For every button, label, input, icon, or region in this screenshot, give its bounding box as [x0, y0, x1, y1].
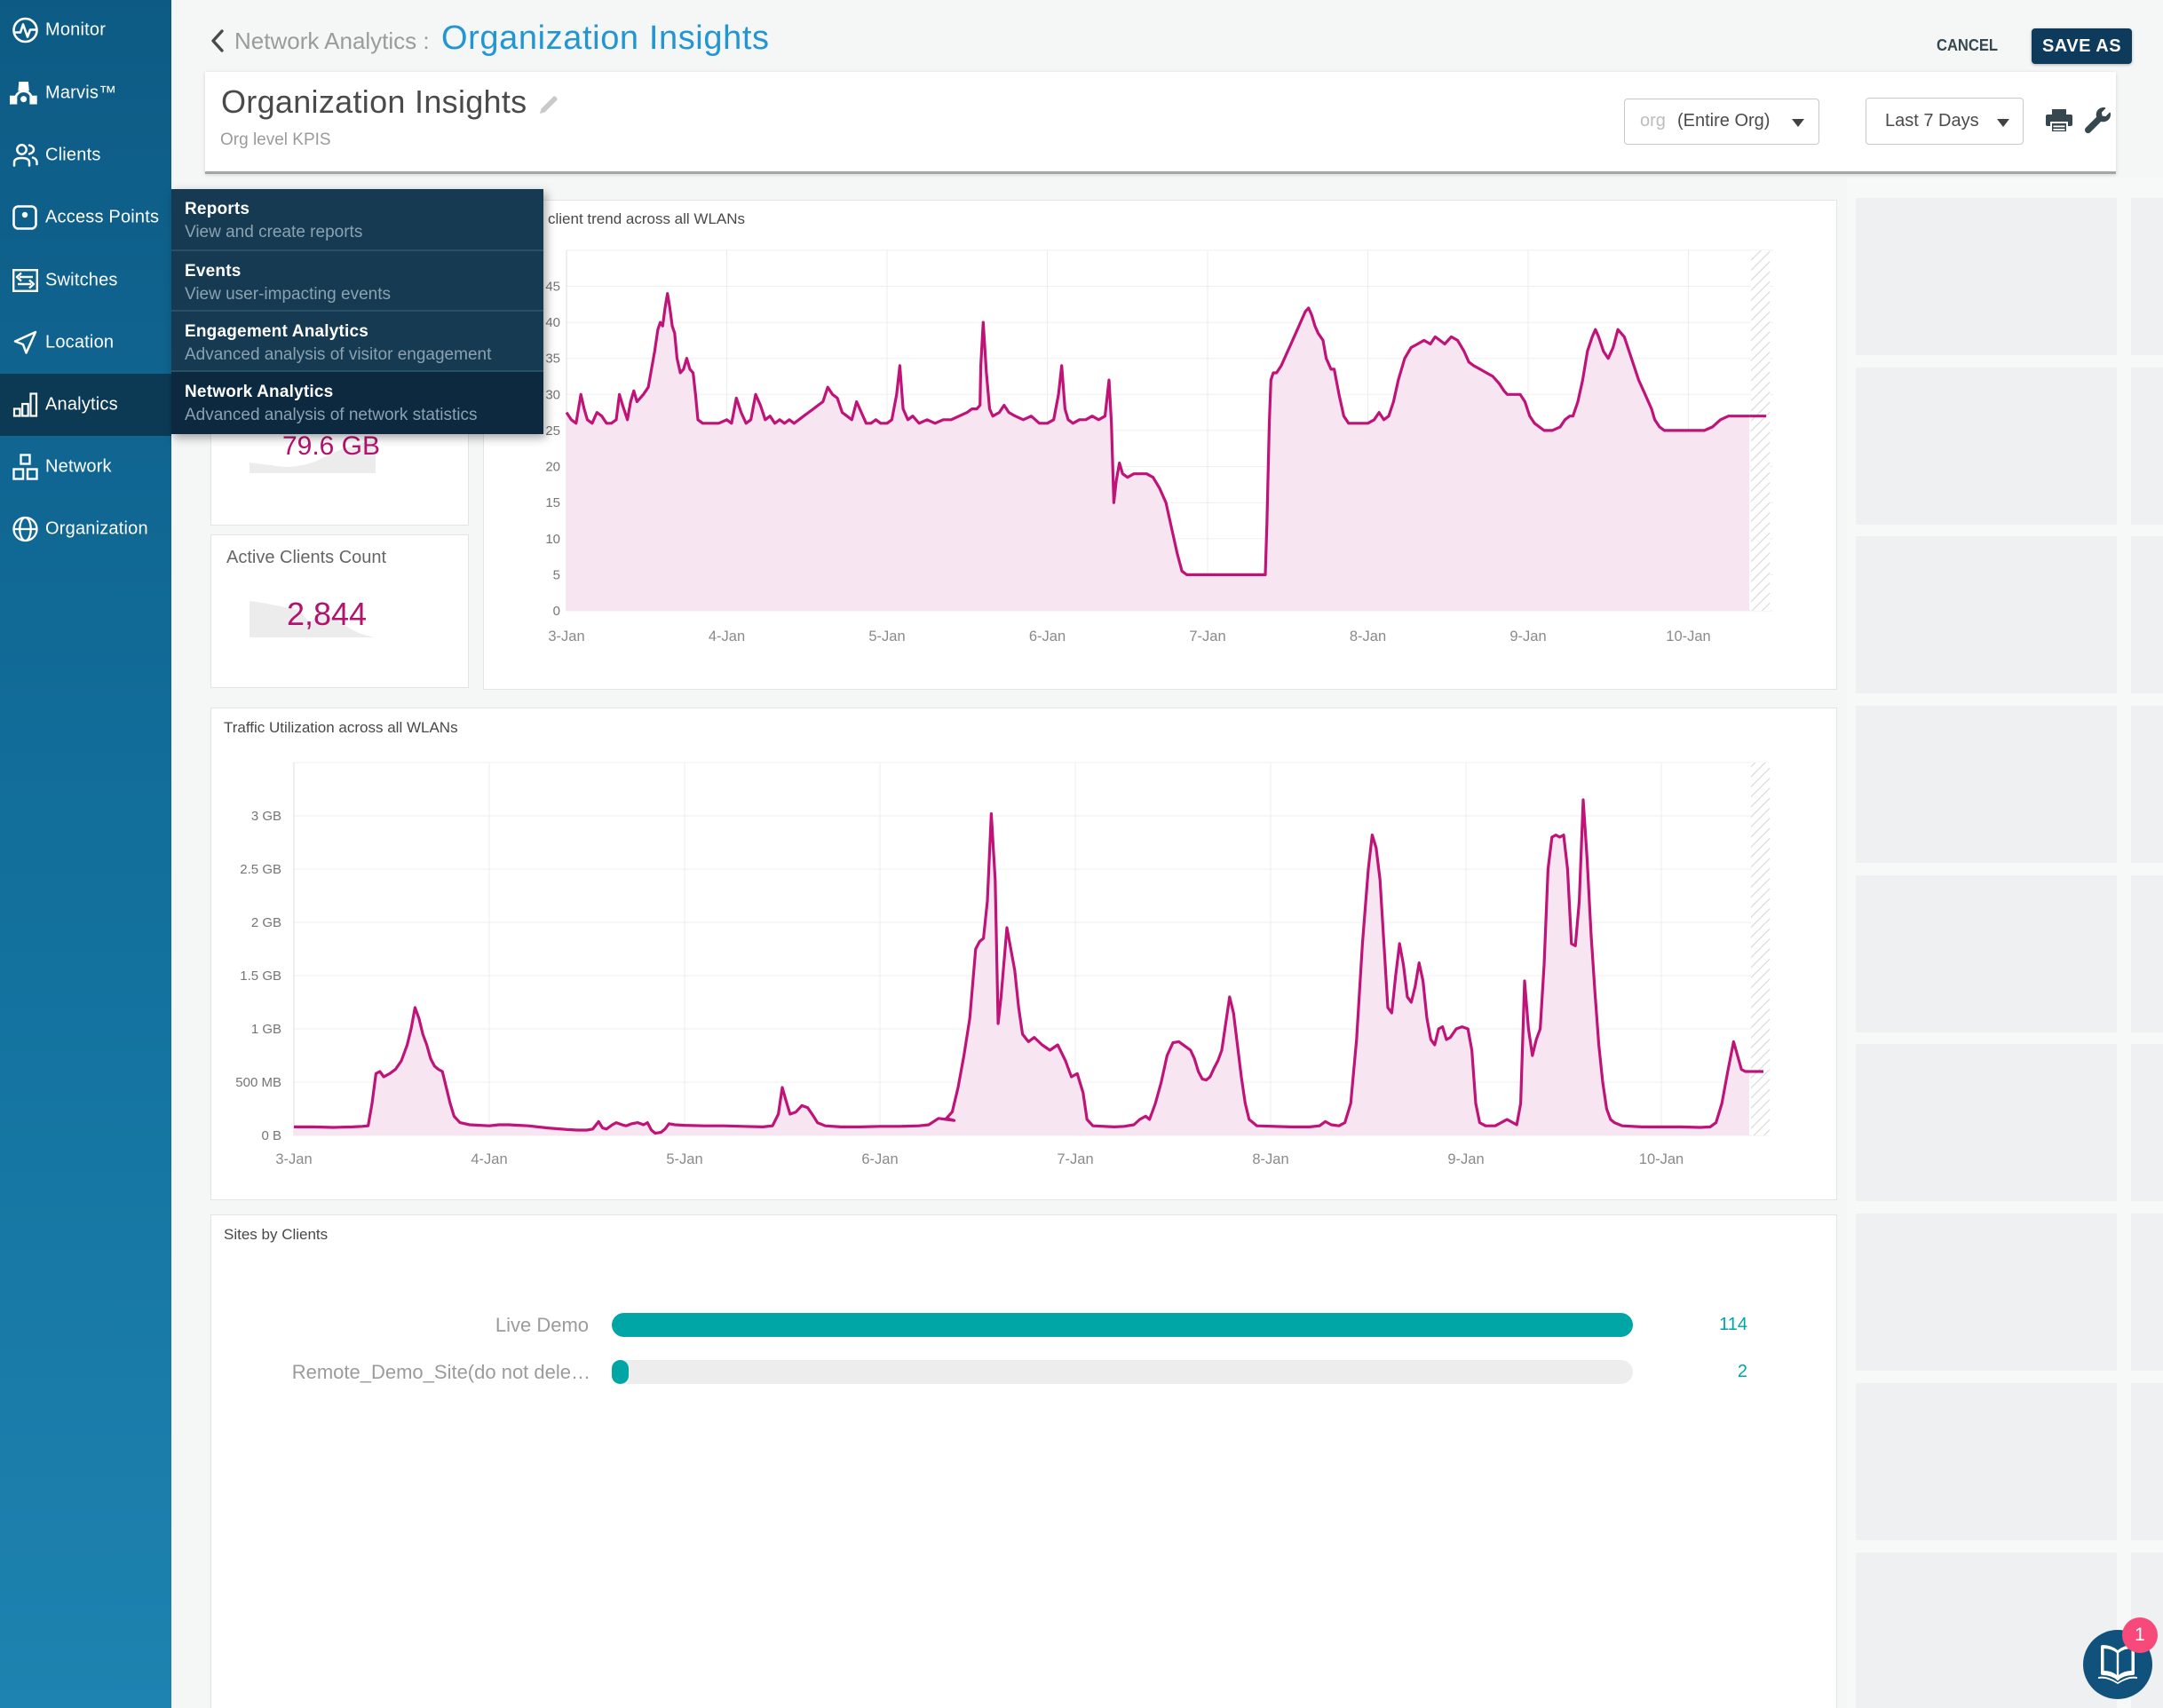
svg-text:35: 35 [545, 352, 560, 367]
svg-text:4-Jan: 4-Jan [471, 1151, 507, 1167]
svg-text:6-Jan: 6-Jan [861, 1151, 898, 1167]
svg-text:6-Jan: 6-Jan [1029, 629, 1066, 644]
svg-text:9-Jan: 9-Jan [1509, 629, 1546, 644]
svg-text:7-Jan: 7-Jan [1189, 629, 1225, 644]
svg-text:3-Jan: 3-Jan [275, 1151, 312, 1167]
svg-text:5-Jan: 5-Jan [868, 629, 905, 644]
svg-text:3 GB: 3 GB [251, 809, 281, 824]
svg-text:8-Jan: 8-Jan [1350, 629, 1386, 644]
svg-text:5: 5 [553, 567, 560, 582]
svg-text:0 B: 0 B [261, 1128, 281, 1143]
svg-text:10: 10 [545, 532, 560, 547]
svg-text:25: 25 [545, 423, 560, 439]
svg-text:500 MB: 500 MB [235, 1075, 281, 1090]
svg-text:3-Jan: 3-Jan [548, 629, 584, 644]
svg-text:45: 45 [545, 280, 560, 295]
svg-text:20: 20 [545, 460, 560, 475]
svg-text:0: 0 [553, 604, 560, 619]
svg-text:10-Jan: 10-Jan [1639, 1151, 1684, 1167]
svg-text:7-Jan: 7-Jan [1057, 1151, 1093, 1167]
svg-text:2 GB: 2 GB [251, 915, 281, 930]
svg-text:10-Jan: 10-Jan [1666, 629, 1710, 644]
svg-text:8-Jan: 8-Jan [1252, 1151, 1288, 1167]
svg-text:1.5 GB: 1.5 GB [240, 969, 281, 984]
svg-text:5-Jan: 5-Jan [666, 1151, 702, 1167]
svg-text:1 GB: 1 GB [251, 1022, 281, 1037]
svg-text:40: 40 [545, 315, 560, 330]
svg-text:9-Jan: 9-Jan [1447, 1151, 1484, 1167]
svg-text:15: 15 [545, 495, 560, 510]
svg-text:4-Jan: 4-Jan [709, 629, 745, 644]
svg-text:2.5 GB: 2.5 GB [240, 862, 281, 877]
svg-text:30: 30 [545, 387, 560, 402]
